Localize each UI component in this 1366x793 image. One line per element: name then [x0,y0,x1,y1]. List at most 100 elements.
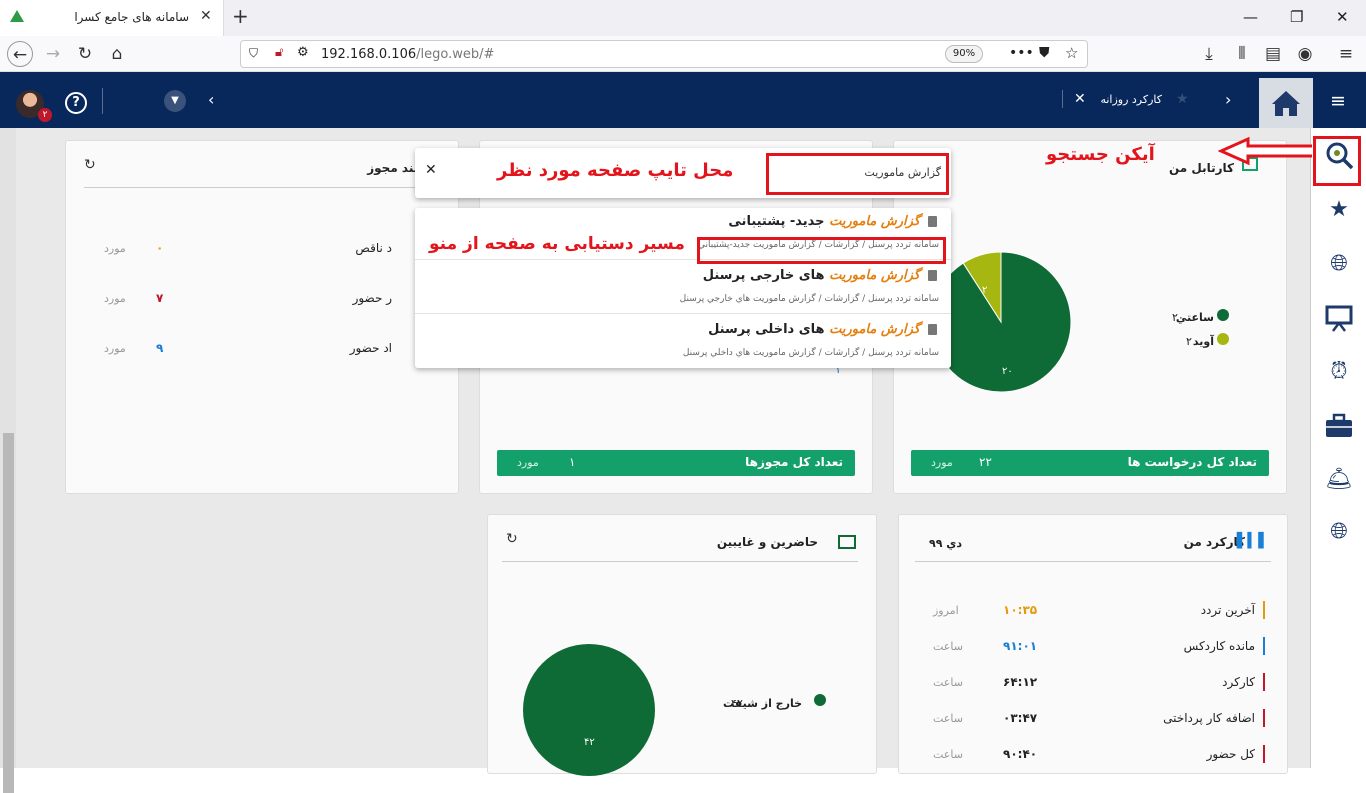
tab-title: سامانه های جامع کسرا [74,10,189,24]
presentation-board-icon[interactable] [1323,302,1355,334]
permit-row-label: د ناقص [355,241,392,255]
requests-total-bar[interactable]: تعداد کل درخواست ها ۲۲ مورد [911,450,1269,476]
help-icon[interactable]: ? [65,92,87,114]
search-close-icon[interactable]: ✕ [425,162,437,178]
insecure-lock-icon[interactable]: 🔓︎ [275,45,283,60]
globe-settings-icon[interactable]: 🌐︎ [1323,516,1355,548]
new-tab-button[interactable]: + [232,4,249,28]
zoom-level[interactable]: 90% [945,45,983,63]
hamburger-menu-icon[interactable]: ≡ [1330,90,1346,112]
card-title: حاضرین و غایبین [716,535,818,549]
window-close-icon[interactable]: ✕ [1336,8,1349,26]
home-button[interactable] [1259,78,1313,128]
annotation-menu-path: مسیر دستیابی به صفحه از منو [429,234,685,254]
url-text[interactable]: 192.168.0.106/lego.web/# [321,47,494,62]
pie-label-big: ۲۰ [1002,366,1013,377]
annotation-type-here: محل تایپ صفحه مورد نظر [497,160,734,181]
url-bar[interactable]: ⛉ 🔓︎ ⚙ 192.168.0.106/lego.web/# 90% ••• … [240,40,1088,68]
work-row-unit: ساعت [933,640,963,653]
legend-dot [1217,333,1229,345]
work-row-value: ۰۳:۴۷ [1003,711,1038,725]
annotation-box-search-input [766,153,949,195]
permissions-icon[interactable]: ⚙ [297,45,309,60]
library-icon[interactable]: ⫴ [1229,41,1255,67]
legend-dot [1217,309,1229,321]
back-arrow-icon[interactable]: ← [7,41,33,67]
work-row-label: مانده کاردکس [1183,639,1255,653]
pocket-icon[interactable]: ⛊ [1039,45,1050,61]
minimize-icon[interactable]: — [1243,8,1258,26]
work-row-label: کل حضور [1206,747,1255,761]
search-result-item[interactable]: گزارش ماموریت های داخلی پرسنل سامانه ترد… [415,316,951,368]
bar-chart-icon: ▌▍▌ [1236,533,1269,549]
search-result-path: سامانه تردد پرسنل / گزارشات / گزارش مامو… [682,348,939,358]
monitor-chart-icon [838,535,856,549]
page-actions-icon[interactable]: ••• [1009,45,1034,61]
shield-icon[interactable]: ⛉ [249,46,258,61]
browser-menu-icon[interactable]: ≡ [1333,41,1359,67]
home-icon[interactable]: ⌂ [104,41,130,67]
chevron-right-icon[interactable]: › [1225,90,1231,109]
forward-arrow-icon[interactable]: → [40,41,66,67]
permits-total-bar[interactable]: تعداد کل مجوزها ۱ مورد [497,450,855,476]
pie-label-small: ۲ [982,285,988,296]
site-favicon-icon [10,10,24,22]
work-row-unit: ساعت [933,676,963,689]
browser-tab[interactable]: سامانه های جامع کسرا ✕ [0,0,224,36]
pie-label: ۴۲ [584,737,595,748]
work-row-unit: ساعت [933,712,963,725]
globe-icon[interactable]: 🌐︎ [1323,248,1355,280]
my-cartable-card: کارتابل من ۲۰ ۲ ساعتي ۲۰ آويد ۲ تعداد کل… [893,140,1287,494]
refresh-icon[interactable]: ↻ [84,157,96,173]
work-row-value: ۶۴:۱۲ [1003,675,1038,689]
favorites-star-icon[interactable]: ★ [1323,194,1355,226]
work-row-unit: امروز [933,604,959,617]
open-tab-close-icon[interactable]: ✕ [1074,91,1086,107]
permit-row-value: ۹ [156,341,164,355]
restore-icon[interactable]: ❐ [1290,8,1303,26]
header-divider [102,88,103,114]
download-icon[interactable]: ⤓ [1196,41,1222,67]
search-result-title: گزارش ماموریت های داخلی پرسنل [708,322,937,337]
row-indicator [1263,637,1265,655]
house-icon [1272,91,1300,116]
presence-card: ↻ حاضرین و غایبین ۴۲ خارج از شیفت ۴۲ [487,514,877,776]
refresh-icon[interactable]: ↻ [506,531,518,547]
reload-icon[interactable]: ↻ [72,41,98,67]
open-tab-label[interactable]: کارکرد روزانه [1096,93,1162,106]
desk-bell-icon[interactable]: 🛎︎ [1323,464,1355,496]
work-row-label: اضافه کار پرداختی [1163,711,1255,725]
permits-needed-card: ↻ نیازمند مجوز د ناقص ۰ مورد ر حضور ۷ مور… [65,140,459,494]
chevron-down-icon[interactable]: ▼ [164,90,186,112]
sidebar-toggle-icon[interactable]: ▤ [1260,41,1286,67]
account-icon[interactable]: ◉ [1292,41,1318,67]
alarm-clock-icon[interactable]: ⏰︎ [1323,356,1355,388]
document-icon [928,324,937,335]
scrollbar[interactable] [0,128,16,793]
document-icon [928,216,937,227]
search-result-path: سامانه تردد پرسنل / گزارشات / گزارش مامو… [679,294,939,304]
favorite-star-icon[interactable]: ★ [1176,91,1189,107]
row-indicator [1263,601,1265,619]
search-result-title: گزارش ماموریت جدید- پشتیبانی [728,214,937,229]
tab-close-icon[interactable]: ✕ [200,8,212,24]
chevron-left-icon[interactable]: ‹ [208,90,214,109]
month-label: دي ۹۹ [929,537,962,550]
pie-slice [930,251,1072,393]
scrollbar-thumb[interactable] [3,433,14,793]
annotation-search-icon: آیکن جستجو [1046,144,1155,165]
document-icon [928,270,937,281]
briefcase-icon[interactable] [1323,410,1355,442]
work-row-label: آخرین تردد [1200,603,1255,617]
work-row-value: ۹۰:۴۰ [1003,747,1038,761]
permit-row-label: ر حضور [352,291,392,305]
permit-row-unit: مورد [104,342,126,355]
annotation-arrow-icon [1218,136,1312,166]
row-indicator [1263,745,1265,763]
search-results: گزارش ماموریت جدید- پشتیبانی سامانه تردد… [415,208,951,368]
presence-pie-chart [523,644,655,776]
legend-label: آويد [1192,335,1214,348]
work-row-unit: ساعت [933,748,963,761]
bookmark-star-icon[interactable]: ☆ [1065,44,1078,62]
search-result-item[interactable]: گزارش ماموریت های خارجی پرسنل سامانه ترد… [415,262,951,314]
